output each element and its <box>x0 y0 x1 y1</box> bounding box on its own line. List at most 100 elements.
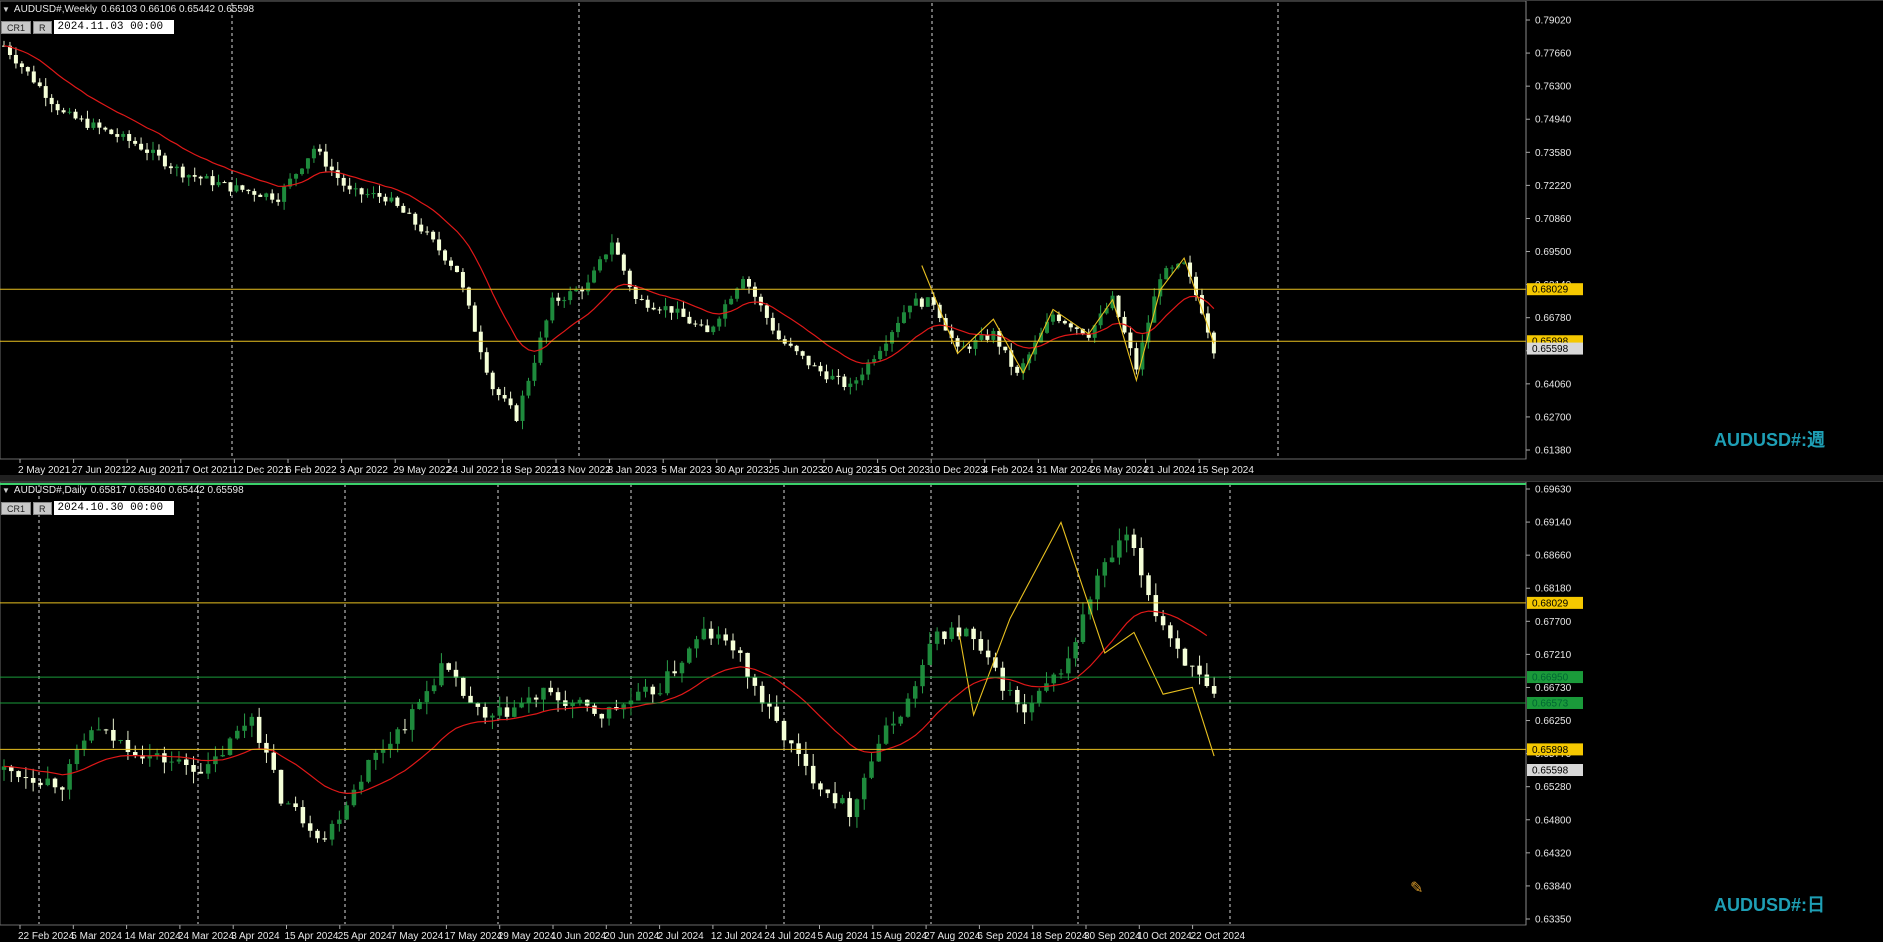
daily-watermark: AUDUSD#:日 <box>1714 895 1826 915</box>
candle-body <box>19 63 24 68</box>
candle-body <box>1134 348 1139 370</box>
candle-body <box>103 729 109 731</box>
date-tick-label: 15 Apr 2024 <box>285 931 339 942</box>
candle-body <box>300 168 304 175</box>
daily-ohlc: 0.65817 0.65840 0.65442 0.65598 <box>90 485 244 496</box>
candle-body <box>132 751 138 756</box>
candle-body <box>466 287 471 306</box>
candle-body <box>1160 616 1166 626</box>
candle-body <box>496 389 501 396</box>
candle-body <box>949 627 954 639</box>
candle-body <box>490 372 495 390</box>
candle-body <box>905 698 911 717</box>
candle-body <box>1003 346 1008 351</box>
candle-body <box>978 639 984 651</box>
candle-body <box>705 325 710 333</box>
daily-cr-badge[interactable]: CR1 <box>1 501 32 515</box>
candle-body <box>556 297 561 301</box>
candle-body <box>347 185 352 190</box>
price-tick-label: 0.74940 <box>1535 115 1572 126</box>
candle-body <box>31 71 36 83</box>
candle-body <box>774 706 779 721</box>
date-tick-label: 27 Aug 2024 <box>924 931 981 942</box>
candle-body <box>1022 704 1027 713</box>
daily-cursor-date[interactable]: 2024.10.30 00:00 <box>53 501 174 515</box>
candle-body <box>359 188 364 195</box>
candle-body <box>598 259 602 271</box>
candle-body <box>639 298 644 300</box>
daily-r-badge[interactable]: R <box>33 501 52 515</box>
candle-body <box>592 705 597 714</box>
weekly-cursor-date[interactable]: 2024.11.03 00:00 <box>53 20 174 34</box>
date-tick-label: 5 Aug 2024 <box>818 931 869 942</box>
weekly-cr-badge[interactable]: CR1 <box>1 20 32 34</box>
candle-body <box>431 685 437 692</box>
weekly-chart-window[interactable]: 0.79020 0.77660 0.76300 0.74940 0.73580 0.722… <box>0 0 1883 476</box>
candle-body <box>1062 321 1067 324</box>
candle-body <box>609 242 614 255</box>
candle-body <box>118 740 123 742</box>
green-line-price-label: 0.66950 <box>1532 673 1569 684</box>
candle-body <box>747 279 751 287</box>
candle-body <box>388 743 393 750</box>
daily-chart-plot[interactable]: 0.69630 0.69140 0.68660 0.68180 0.67700 0.672… <box>0 482 1883 942</box>
candle-body <box>913 686 918 699</box>
weekly-r-badge[interactable]: R <box>33 20 52 34</box>
candle-body <box>461 677 466 696</box>
price-tick-label: 0.68180 <box>1535 584 1572 595</box>
price-tick-label: 0.69630 <box>1535 485 1572 496</box>
candle-body <box>351 789 357 806</box>
level-price-label: 0.68029 <box>1532 598 1569 609</box>
candle-body <box>482 706 488 718</box>
candle-body <box>425 231 430 233</box>
candle-body <box>38 782 43 786</box>
candle-body <box>89 730 94 741</box>
candle-body <box>985 650 991 658</box>
candle-body <box>812 365 817 367</box>
candle-body <box>925 297 930 307</box>
candle-body <box>270 193 275 200</box>
candle-body <box>337 819 342 824</box>
candle-body <box>472 305 477 332</box>
weekly-chart-plot[interactable]: 0.79020 0.77660 0.76300 0.74940 0.73580 0.722… <box>0 1 1883 476</box>
date-tick-label: 24 Mar 2024 <box>178 931 235 942</box>
candle-body <box>794 345 799 352</box>
candle-body <box>252 191 257 195</box>
candle-body <box>971 628 976 640</box>
candle-body <box>220 754 225 757</box>
candle-body <box>307 823 313 831</box>
price-tick-label: 0.64060 <box>1535 379 1572 390</box>
candle-body <box>96 729 102 731</box>
candle-body <box>842 376 847 387</box>
date-tick-label: 7 May 2024 <box>391 931 444 942</box>
candle-body <box>884 343 889 351</box>
candle-body <box>550 297 555 321</box>
candle-body <box>249 716 255 726</box>
candle-body <box>532 362 537 381</box>
candle-body <box>776 330 781 340</box>
candle-body <box>723 304 728 319</box>
candle-body <box>468 695 473 703</box>
candle-body <box>176 759 182 762</box>
collapse-triangle-icon[interactable]: ▼ <box>2 486 10 495</box>
candle-body <box>645 299 650 308</box>
candle-body <box>484 352 489 373</box>
candle-body <box>586 282 591 292</box>
daily-chart-window[interactable]: 0.69630 0.69140 0.68660 0.68180 0.67700 0.672… <box>0 481 1883 942</box>
candle-body <box>409 709 415 730</box>
candle-body <box>520 395 525 421</box>
candle-body <box>650 686 656 695</box>
weekly-symbol: AUDUSD#,Weekly <box>13 4 98 15</box>
candle-body <box>869 761 874 778</box>
candle-body <box>341 177 346 186</box>
candle-body <box>764 305 769 318</box>
candle-body <box>81 740 87 750</box>
date-tick-label: 6 Sep 2024 <box>977 931 1029 942</box>
candle-body <box>735 288 740 299</box>
candle-body <box>699 324 704 326</box>
candle-body <box>854 380 859 384</box>
collapse-triangle-icon[interactable]: ▼ <box>2 5 10 14</box>
candle-body <box>395 729 400 744</box>
candle-body <box>898 716 903 724</box>
candle-body <box>198 771 204 774</box>
